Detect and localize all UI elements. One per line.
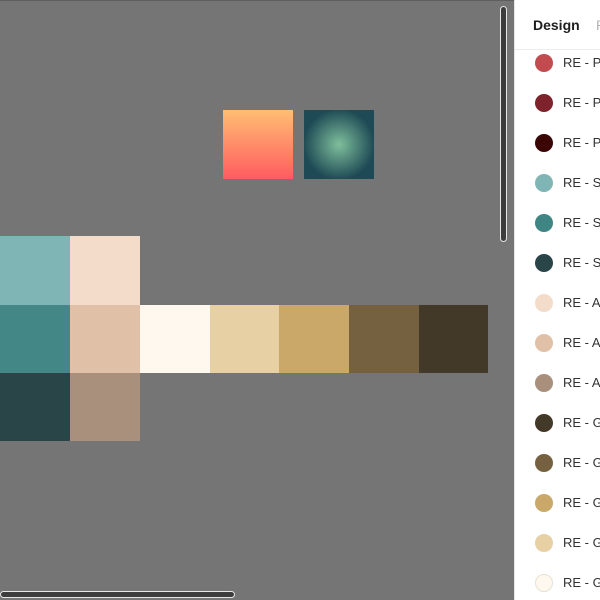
design-canvas[interactable] — [0, 0, 514, 600]
horizontal-scrollbar[interactable] — [0, 591, 235, 598]
color-style-label: RE - A — [563, 375, 600, 390]
palette-swatch[interactable] — [70, 373, 140, 441]
color-swatch-dot — [535, 214, 553, 232]
color-style-label: RE - G — [563, 495, 600, 510]
color-style-item[interactable]: RE - P — [515, 83, 600, 123]
palette-swatch[interactable] — [70, 236, 140, 305]
color-swatch-dot — [535, 574, 553, 592]
palette-swatch[interactable] — [0, 373, 70, 441]
color-style-label: RE - S — [563, 175, 600, 190]
color-style-item[interactable]: RE - G — [515, 483, 600, 523]
color-style-label: RE - A — [563, 335, 600, 350]
tab-design[interactable]: Design — [533, 17, 580, 33]
color-swatch-dot — [535, 54, 553, 72]
color-style-item[interactable]: RE - A — [515, 323, 600, 363]
color-swatch-dot — [535, 454, 553, 472]
color-swatch-dot — [535, 414, 553, 432]
color-style-item[interactable]: RE - S — [515, 203, 600, 243]
color-style-item[interactable]: RE - P — [515, 123, 600, 163]
palette-swatch[interactable] — [210, 305, 279, 373]
linear-gradient-swatch[interactable] — [223, 110, 293, 179]
color-swatch-dot — [535, 494, 553, 512]
color-swatch-dot — [535, 254, 553, 272]
color-style-item[interactable]: RE - G — [515, 403, 600, 443]
canvas-border — [0, 0, 514, 1]
palette-swatch[interactable] — [279, 305, 349, 373]
color-swatch-dot — [535, 294, 553, 312]
color-swatch-dot — [535, 374, 553, 392]
color-style-item[interactable]: RE - G — [515, 443, 600, 483]
color-style-label: RE - G — [563, 575, 600, 590]
color-swatch-dot — [535, 334, 553, 352]
color-swatch-dot — [535, 94, 553, 112]
color-style-item[interactable]: RE - S — [515, 243, 600, 283]
palette-swatch[interactable] — [70, 305, 140, 373]
palette-swatch[interactable] — [0, 305, 70, 373]
color-swatch-dot — [535, 534, 553, 552]
color-style-item[interactable]: RE - G — [515, 563, 600, 600]
palette-swatch[interactable] — [0, 236, 70, 305]
color-style-label: RE - G — [563, 535, 600, 550]
color-style-label: RE - P — [563, 55, 600, 70]
color-style-label: RE - P — [563, 95, 600, 110]
properties-panel: Design P RE - PRE - PRE - PRE - SRE - SR… — [514, 0, 600, 600]
color-style-label: RE - P — [563, 135, 600, 150]
color-swatch-dot — [535, 134, 553, 152]
color-style-item[interactable]: RE - A — [515, 283, 600, 323]
color-style-label: RE - A — [563, 295, 600, 310]
tab-prototype[interactable]: P — [596, 17, 600, 33]
palette-swatch[interactable] — [419, 305, 488, 373]
vertical-scrollbar[interactable] — [500, 6, 507, 242]
palette-swatch[interactable] — [349, 305, 419, 373]
color-style-label: RE - G — [563, 455, 600, 470]
color-style-label: RE - S — [563, 215, 600, 230]
color-style-item[interactable]: RE - G — [515, 523, 600, 563]
radial-gradient-swatch[interactable] — [304, 110, 374, 179]
color-style-item[interactable]: RE - S — [515, 163, 600, 203]
color-style-label: RE - S — [563, 255, 600, 270]
color-style-item[interactable]: RE - A — [515, 363, 600, 403]
color-swatch-dot — [535, 174, 553, 192]
color-style-label: RE - G — [563, 415, 600, 430]
palette-swatch[interactable] — [140, 305, 210, 373]
color-style-item[interactable]: RE - P — [515, 43, 600, 83]
color-styles-list: RE - P RE - P RE - P RE - S RE - S RE - S RE -… — [515, 43, 600, 600]
